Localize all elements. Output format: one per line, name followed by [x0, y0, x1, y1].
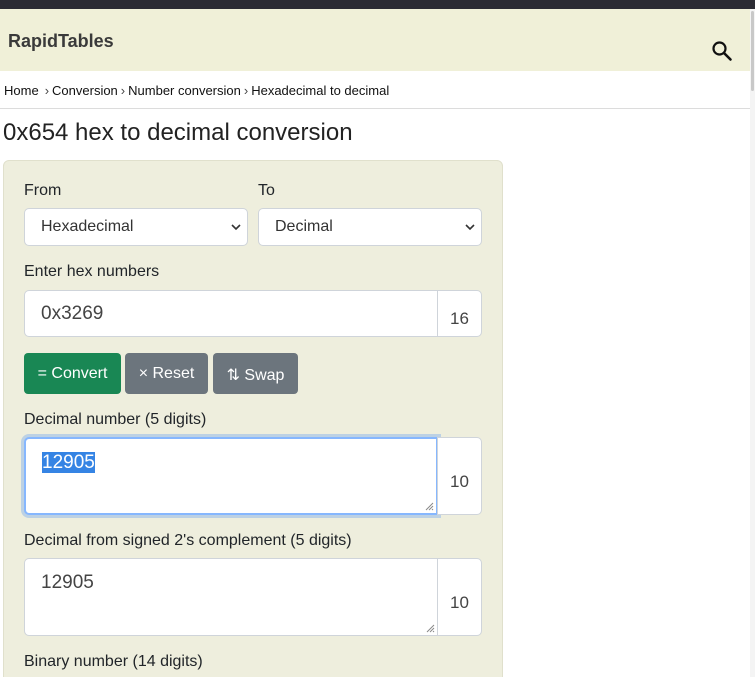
hex-base-addon: 16 [437, 290, 482, 337]
swap-button[interactable]: ⇅ Swap [213, 353, 298, 394]
convert-button[interactable]: = Convert [24, 353, 121, 394]
signed-base-addon: 10 [437, 558, 482, 636]
chevron-down-icon [465, 224, 475, 231]
binary-label: Binary number (14 digits) [24, 653, 203, 670]
browser-top-strip [0, 0, 755, 9]
signed-output[interactable]: 12905 [24, 558, 438, 636]
signed-output-value: 12905 [41, 572, 94, 593]
brand-logo[interactable]: RapidTables [8, 31, 114, 52]
to-select-value: Decimal [275, 218, 333, 235]
hex-input-label: Enter hex numbers [24, 263, 160, 280]
decimal-output[interactable]: 12905 [24, 437, 438, 515]
breadcrumb-number-conversion[interactable]: Number conversion [128, 83, 241, 98]
breadcrumb-separator: › [120, 83, 126, 98]
search-icon[interactable] [711, 40, 733, 62]
scrollbar-thumb[interactable] [751, 11, 754, 91]
chevron-down-icon [231, 224, 241, 231]
decimal-output-value: 12905 [42, 452, 95, 473]
decimal-base-addon: 10 [437, 437, 482, 515]
site-header: RapidTables [0, 9, 750, 71]
breadcrumb-separator: › [243, 83, 249, 98]
from-select[interactable]: Hexadecimal [24, 208, 248, 246]
reset-button[interactable]: × Reset [125, 353, 208, 394]
hex-input[interactable]: 0x3269 [24, 290, 438, 337]
to-label: To [258, 182, 275, 199]
breadcrumb-separator: › [44, 83, 50, 98]
resize-grip-icon[interactable] [426, 624, 435, 633]
breadcrumb: Home › Conversion › Number conversion › Hexade… [4, 83, 389, 98]
resize-grip-icon[interactable] [425, 502, 434, 511]
divider [0, 108, 750, 109]
scrollbar-track[interactable] [750, 9, 755, 677]
from-label: From [24, 182, 62, 199]
page-title: 0x654 hex to decimal conversion [3, 119, 353, 146]
decimal-label: Decimal number (5 digits) [24, 411, 207, 428]
breadcrumb-current: Hexadecimal to decimal [251, 83, 390, 98]
signed-label: Decimal from signed 2's complement (5 di… [24, 532, 352, 549]
to-select[interactable]: Decimal [258, 208, 482, 246]
from-select-value: Hexadecimal [41, 218, 134, 235]
breadcrumb-home[interactable]: Home [4, 83, 39, 98]
breadcrumb-conversion[interactable]: Conversion [52, 83, 118, 98]
